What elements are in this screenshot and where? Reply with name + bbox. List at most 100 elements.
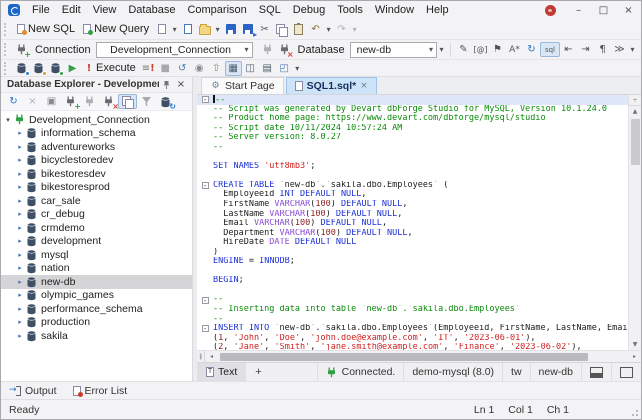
vertical-scrollbar[interactable]: ÷ ▲ ▼	[628, 95, 641, 350]
export-document-icon[interactable]: ⇧	[208, 61, 225, 76]
tree-item-cr-debug[interactable]: ▸cr_debug	[1, 208, 192, 222]
fold-marker-icon[interactable]: -	[202, 96, 209, 103]
add-view-button[interactable]: +	[246, 366, 270, 378]
delete-icon[interactable]: ×	[23, 94, 42, 109]
tree-item-olympic-games[interactable]: ▸olympic_games	[1, 289, 192, 303]
code-line[interactable]: -- Script was generated by Devart dbForg…	[197, 105, 628, 115]
menu-item-window[interactable]: Window	[369, 1, 420, 19]
tree-collapsed-icon[interactable]: ▸	[15, 210, 25, 218]
fold-marker-icon[interactable]: -	[202, 182, 209, 189]
tree-collapsed-icon[interactable]: ▸	[15, 170, 25, 178]
code-line[interactable]: LastName VARCHAR(100) DEFAULT NULL,	[197, 210, 628, 220]
database-check-icon[interactable]	[47, 61, 64, 76]
toolbar-overflow-icon[interactable]: ▾	[293, 61, 302, 76]
sql-editor[interactable]: ----- Script was generated by Devart dbF…	[197, 95, 641, 350]
refresh-icon[interactable]: ↻	[523, 42, 540, 57]
code-line[interactable]: --	[197, 315, 628, 325]
toolbar-overflow-icon[interactable]: ▾	[628, 42, 637, 57]
undo-icon[interactable]: ↶	[307, 22, 324, 37]
menu-item-sql[interactable]: SQL	[253, 1, 287, 19]
resize-grip[interactable]	[630, 408, 638, 416]
code-line[interactable]	[197, 171, 628, 181]
new-connection-icon[interactable]: +	[61, 94, 80, 109]
database-combobox[interactable]: new-db ▾	[350, 42, 437, 58]
tree-item-production[interactable]: ▸production	[1, 316, 192, 330]
code-line[interactable]: )	[197, 248, 628, 258]
code-line[interactable]: Employeeid INT DEFAULT NULL,	[197, 190, 628, 200]
database-refresh-dropdown-icon[interactable]: ▾	[437, 42, 446, 57]
code-line[interactable]: --	[197, 143, 628, 153]
fold-marker-icon[interactable]: -	[202, 325, 209, 332]
profiler-icon[interactable]: ◉	[191, 61, 208, 76]
open-file-icon[interactable]	[196, 22, 213, 37]
bookmark-icon[interactable]: ⚑	[489, 42, 506, 57]
menu-item-help[interactable]: Help	[420, 1, 455, 19]
code-line[interactable]	[197, 152, 628, 162]
connection-combobox[interactable]: Development_Connection ▾	[96, 42, 253, 58]
save-all-icon[interactable]: ▸	[239, 22, 256, 37]
splitter-handle-icon[interactable]: ÷	[629, 95, 642, 106]
toolbar-grip[interactable]	[4, 43, 9, 56]
new-window-icon[interactable]: ◰	[276, 61, 293, 76]
scrollbar-thumb[interactable]	[631, 119, 640, 165]
tab-sql-document[interactable]: SQL1.sql* ×	[286, 77, 377, 94]
tree-item-crmdemo[interactable]: ▸crmdemo	[1, 221, 192, 235]
tree-collapsed-icon[interactable]: ▸	[15, 278, 25, 286]
tree-collapsed-icon[interactable]: ▸	[15, 129, 25, 137]
new-document-dropdown-icon[interactable]: ▾	[170, 22, 179, 37]
panel-close-icon[interactable]: ×	[173, 79, 189, 90]
tree-collapsed-icon[interactable]: ▸	[15, 183, 25, 191]
tree-item-sakila[interactable]: ▸sakila	[1, 329, 192, 343]
close-button[interactable]: ×	[616, 5, 641, 16]
stop-icon[interactable]: ■	[157, 61, 174, 76]
maximize-button[interactable]: □	[591, 5, 616, 16]
tree-item-bikestoresdev[interactable]: ▸bikestoresdev	[1, 167, 192, 181]
tree-item-nation[interactable]: ▸nation	[1, 262, 192, 276]
tree-item-development-connection[interactable]: ▾Development_Connection	[1, 113, 192, 127]
tree-item-adventureworks[interactable]: ▸adventureworks	[1, 140, 192, 154]
tree-item-bikestoresprod[interactable]: ▸bikestoresprod	[1, 181, 192, 195]
menu-item-tools[interactable]: Tools	[331, 1, 369, 19]
scrollbar-thumb[interactable]	[220, 353, 588, 361]
scroll-down-icon[interactable]: ▼	[629, 339, 642, 350]
tab-close-icon[interactable]: ×	[360, 81, 368, 91]
properties-icon[interactable]: ▣	[42, 94, 61, 109]
horizontal-scrollbar[interactable]: ∥ ◂ ▸	[197, 350, 641, 362]
tree-collapsed-icon[interactable]: ▸	[15, 156, 25, 164]
current-database[interactable]: new-db	[530, 363, 581, 381]
menu-item-database[interactable]: Database	[122, 1, 181, 19]
minimize-button[interactable]: –	[566, 5, 591, 16]
tree-collapsed-icon[interactable]: ▸	[15, 318, 25, 326]
tree-expanded-icon[interactable]: ▾	[3, 116, 13, 124]
tree-collapsed-icon[interactable]: ▸	[15, 332, 25, 340]
user-name[interactable]: tw	[502, 363, 530, 381]
results-grid-icon[interactable]: ▦	[225, 61, 242, 76]
new-sql-button[interactable]: New SQL	[13, 20, 79, 38]
tree-collapsed-icon[interactable]: ▸	[15, 305, 25, 313]
tree-collapsed-icon[interactable]: ▸	[15, 291, 25, 299]
splitter-handle-icon[interactable]: ∥	[197, 351, 205, 362]
tree-item-car-sale[interactable]: ▸car_sale	[1, 194, 192, 208]
tree-collapsed-icon[interactable]: ▸	[15, 197, 25, 205]
layout-icon[interactable]: ◫	[242, 61, 259, 76]
refresh-icon[interactable]: ↻	[4, 94, 23, 109]
execute-button[interactable]: ! Execute	[81, 59, 140, 77]
toggle-editor-layout-button[interactable]	[611, 363, 641, 381]
code-line[interactable]: ---	[197, 295, 628, 305]
code-line[interactable]	[197, 286, 628, 296]
save-icon[interactable]	[222, 22, 239, 37]
code-line[interactable]: -- Script date 10/11/2024 10:57:24 AM	[197, 124, 628, 134]
database-edit-icon[interactable]	[30, 61, 47, 76]
result-rows-icon[interactable]: ▤	[259, 61, 276, 76]
tree-collapsed-icon[interactable]: ▸	[15, 224, 25, 232]
open-file-dropdown-icon[interactable]: ▾	[213, 22, 222, 37]
tab-start-page[interactable]: ⚙ Start Page	[201, 77, 284, 94]
tree-collapsed-icon[interactable]: ▸	[15, 264, 25, 272]
connect-icon[interactable]	[80, 94, 99, 109]
menu-item-comparison[interactable]: Comparison	[181, 1, 252, 19]
redo-dropdown-icon[interactable]: ▾	[350, 22, 359, 37]
menu-item-edit[interactable]: Edit	[56, 1, 87, 19]
history-icon[interactable]: ↺	[174, 61, 191, 76]
toolbar-grip[interactable]	[4, 62, 9, 75]
show-formatting-icon[interactable]: ¶	[594, 42, 611, 57]
